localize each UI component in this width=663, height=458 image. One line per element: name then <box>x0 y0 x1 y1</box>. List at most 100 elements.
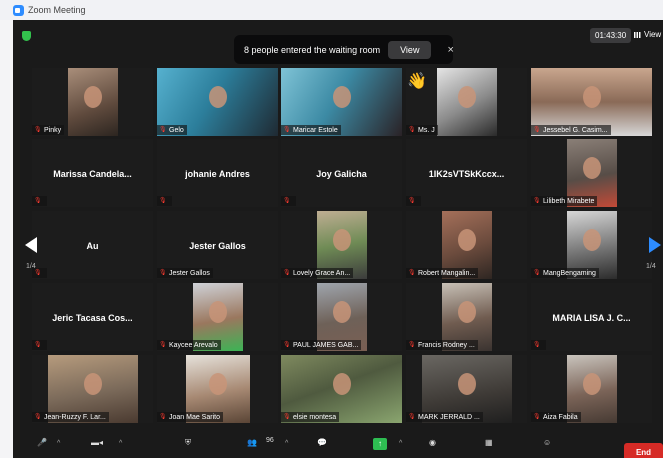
participants-count: 96 <box>266 437 274 444</box>
record-icon[interactable]: ◉ <box>429 438 436 447</box>
participant-face <box>458 229 476 251</box>
participant-name-display: Jester Gallos <box>189 241 246 251</box>
participant-tile[interactable]: Jeric Tacasa Cos... 🎙 <box>32 283 153 351</box>
participant-tile[interactable]: 1IK2sVTSkKccx... 🎙 <box>406 139 527 207</box>
participant-tile[interactable]: 🎙 Pinky <box>32 68 153 136</box>
share-caret-icon[interactable]: ^ <box>399 440 402 447</box>
muted-microphone-icon: 🎙 <box>533 127 541 133</box>
participant-tile[interactable]: 🎙 Jean-Ruzzy F. Lar... <box>32 355 153 423</box>
participant-tile[interactable]: 🎙 Lovely Grace An... <box>281 211 402 279</box>
breakout-rooms-icon[interactable]: ▦ <box>485 438 493 447</box>
participant-tile[interactable]: johanie Andres 🎙 <box>157 139 278 207</box>
video-camera-icon[interactable]: ▬◂ <box>91 438 103 447</box>
muted-microphone-icon: 🎙 <box>533 414 541 420</box>
participant-name: Ms. J <box>418 126 435 134</box>
participant-face <box>84 373 102 395</box>
participant-name: PAUL JAMES GAB... <box>293 341 359 349</box>
participant-tile[interactable]: 🎙 PAUL JAMES GAB... <box>281 283 402 351</box>
muted-microphone-icon: 🎙 <box>408 342 416 348</box>
muted-microphone-icon: 🎙 <box>159 414 167 420</box>
video-options-caret-icon[interactable]: ^ <box>119 440 122 447</box>
gallery-grid-icon <box>634 31 641 38</box>
participant-name-display: Au <box>86 241 99 251</box>
waiting-room-text: 8 people entered the waiting room <box>244 44 381 55</box>
participant-label: 🎙 Lovely Grace An... <box>281 268 354 278</box>
participant-name-display: Jeric Tacasa Cos... <box>52 313 133 323</box>
participant-label: 🎙 <box>32 196 47 206</box>
participant-label: 🎙 Kaycee Arevalo <box>157 340 221 350</box>
participant-label: 🎙 Jester Gallos <box>157 268 213 278</box>
zoom-app-icon <box>13 4 24 16</box>
participant-tile[interactable]: 🎙 Lilibeth Mirabete <box>531 139 652 207</box>
participant-name: elsie montesa <box>293 413 337 421</box>
participants-icon[interactable]: 👥 <box>247 438 257 447</box>
muted-microphone-icon: 🎙 <box>533 198 541 204</box>
participant-label: 🎙 <box>281 196 296 206</box>
muted-microphone-icon: 🎙 <box>533 270 541 276</box>
raised-hand-reaction-icon: 👋 <box>407 73 427 90</box>
participants-caret-icon[interactable]: ^ <box>285 440 288 447</box>
participant-tile[interactable]: 🎙 Kaycee Arevalo <box>157 283 278 351</box>
participant-tile[interactable]: 🎙 Joan Mae Sarito <box>157 355 278 423</box>
page-indicator-left: 1/4 <box>26 263 36 270</box>
participant-label: 🎙 <box>32 340 47 350</box>
participant-tile[interactable]: 🎙 Robert Mangalin... <box>406 211 527 279</box>
participant-tile[interactable]: 🎙 MangBengaming <box>531 211 652 279</box>
participant-tile[interactable]: Joy Galicha 🎙 <box>281 139 402 207</box>
share-screen-icon[interactable]: ↑ <box>373 438 387 450</box>
participant-name: Joan Mae Sarito <box>169 413 220 421</box>
participant-tile[interactable]: 🎙 MARK JERRALD ... <box>406 355 527 423</box>
muted-microphone-icon: 🎙 <box>34 198 42 204</box>
participant-tile[interactable]: Au 🎙 <box>32 211 153 279</box>
microphone-icon[interactable]: 🎤 <box>37 438 47 447</box>
view-waiting-room-button[interactable]: View <box>388 40 432 59</box>
participant-tile[interactable]: Marissa Candela... 🎙 <box>32 139 153 207</box>
participant-label: 🎙 PAUL JAMES GAB... <box>281 340 362 350</box>
participant-label: 🎙 Pinky <box>32 125 65 135</box>
participant-name: Jean-Ruzzy F. Lar... <box>44 413 106 421</box>
muted-microphone-icon: 🎙 <box>159 270 167 276</box>
participant-face <box>333 373 351 395</box>
view-button[interactable]: View <box>634 30 661 39</box>
participant-label: 🎙 Ms. J <box>406 125 438 135</box>
muted-microphone-icon: 🎙 <box>283 414 291 420</box>
participant-face <box>209 373 227 395</box>
participant-tile[interactable]: 👋 🎙 Ms. J <box>406 68 527 136</box>
participant-tile[interactable]: 🎙 Jessebel G. Casim... <box>531 68 652 136</box>
participant-tile[interactable]: 🎙 elsie montesa <box>281 355 402 423</box>
muted-microphone-icon: 🎙 <box>283 270 291 276</box>
participant-label: 🎙 Lilibeth Mirabete <box>531 196 598 206</box>
participant-label: 🎙 MARK JERRALD ... <box>406 412 483 422</box>
participant-face <box>583 229 601 251</box>
participant-face <box>458 373 476 395</box>
audio-options-caret-icon[interactable]: ^ <box>57 440 60 447</box>
participant-name-display: johanie Andres <box>185 169 250 179</box>
participant-label: 🎙 MangBengaming <box>531 268 599 278</box>
participant-name-display: MARIA LISA J. C... <box>552 313 631 323</box>
security-icon[interactable]: ⛨ <box>185 438 191 448</box>
participant-tile[interactable]: MARIA LISA J. C... 🎙 <box>531 283 652 351</box>
end-meeting-button[interactable]: End <box>624 443 663 458</box>
muted-microphone-icon: 🎙 <box>34 342 42 348</box>
participant-face <box>458 301 476 323</box>
chat-icon[interactable]: 💬 <box>317 438 327 447</box>
participant-label: 🎙 <box>157 196 172 206</box>
reactions-icon[interactable]: ☺ <box>543 438 551 447</box>
participant-tile[interactable]: 🎙 Aiza Fabila <box>531 355 652 423</box>
participant-tile[interactable]: Jester Gallos 🎙 Jester Gallos <box>157 211 278 279</box>
participant-label: 🎙 Gelo <box>157 125 187 135</box>
participant-name: Pinky <box>44 126 62 134</box>
encryption-shield-icon[interactable] <box>22 31 31 41</box>
previous-page-arrow-icon[interactable] <box>25 237 37 253</box>
participant-label: 🎙 <box>531 340 546 350</box>
participant-tile[interactable]: 🎙 Gelo <box>157 68 278 136</box>
close-icon[interactable]: × <box>447 44 453 56</box>
participant-label: 🎙 Jean-Ruzzy F. Lar... <box>32 412 109 422</box>
participant-face <box>333 86 351 108</box>
participant-name-display: Joy Galicha <box>316 169 367 179</box>
next-page-arrow-icon[interactable] <box>649 237 661 253</box>
participant-tile[interactable]: 🎙 Maricar Estole <box>281 68 402 136</box>
window-titlebar: Zoom Meeting <box>0 0 663 20</box>
meeting-toolbar: 🎤 ^ ▬◂ ^ ⛨ 👥 96 ^ 💬 ↑ ^ ◉ ▦ ☺ End <box>13 433 663 458</box>
participant-tile[interactable]: 🎙 Francis Rodney ... <box>406 283 527 351</box>
